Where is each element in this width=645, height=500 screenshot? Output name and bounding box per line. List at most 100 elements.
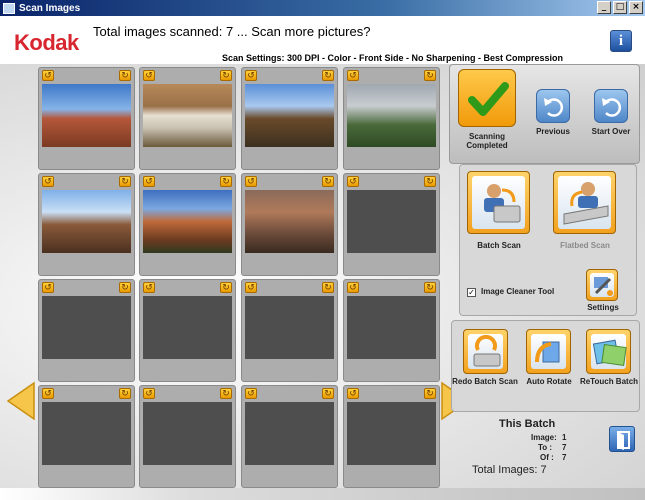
thumbnail-slot[interactable]: ↺ ↻ (343, 173, 440, 276)
scanned-photo[interactable] (42, 84, 131, 147)
rotate-left-icon[interactable]: ↺ (42, 388, 54, 399)
flatbed-scan-button[interactable] (553, 171, 616, 234)
restart-arrow-icon (602, 98, 621, 117)
empty-photo-slot (143, 402, 232, 465)
batch-scanner-icon (484, 184, 521, 223)
thumbnail-slot[interactable]: ↺ ↻ (38, 279, 135, 382)
rotate-right-icon[interactable]: ↻ (220, 282, 232, 293)
this-batch-title: This Batch (499, 418, 556, 430)
rotate-left-icon[interactable]: ↺ (143, 70, 155, 81)
thumbnail-slot[interactable]: ↺ ↻ (38, 385, 135, 488)
auto-rotate-button[interactable] (526, 329, 571, 374)
rotate-right-icon[interactable]: ↻ (424, 282, 436, 293)
rotate-right-icon[interactable]: ↻ (424, 70, 436, 81)
scanned-photo[interactable] (245, 190, 334, 253)
previous-page-arrow-icon[interactable] (6, 381, 36, 421)
rotate-right-icon[interactable]: ↻ (119, 388, 131, 399)
redo-batch-scan-button[interactable] (463, 329, 508, 374)
title-bar: Scan Images _ □ × (0, 0, 645, 16)
rotate-left-icon[interactable]: ↺ (347, 282, 359, 293)
empty-photo-slot (42, 402, 131, 465)
rotate-left-icon[interactable]: ↺ (245, 282, 257, 293)
thumbnail-slot[interactable]: ↺ ↻ (38, 67, 135, 170)
rotate-right-icon[interactable]: ↻ (322, 388, 334, 399)
scanned-photo[interactable] (143, 84, 232, 147)
app-icon (3, 2, 15, 14)
close-button[interactable]: × (629, 1, 643, 14)
window-title: Scan Images (19, 2, 81, 14)
rotate-right-icon[interactable]: ↻ (220, 70, 232, 81)
tools-icon (594, 277, 613, 296)
thumbnail-slot[interactable]: ↺ ↻ (241, 173, 338, 276)
scanned-photo[interactable] (347, 84, 436, 147)
rotate-right-icon[interactable]: ↻ (322, 176, 334, 187)
retouch-batch-label: ReTouch Batch (579, 377, 639, 386)
scanned-photo[interactable] (143, 190, 232, 253)
rotate-left-icon[interactable]: ↺ (143, 388, 155, 399)
exit-door-icon (617, 431, 630, 450)
rotate-right-icon[interactable]: ↻ (119, 282, 131, 293)
rotate-left-icon[interactable]: ↺ (347, 70, 359, 81)
rotate-right-icon[interactable]: ↻ (119, 176, 131, 187)
thumbnail-slot[interactable]: ↺ ↻ (241, 279, 338, 382)
rotate-right-icon[interactable]: ↻ (424, 176, 436, 187)
total-images-count: Total Images: 7 (472, 464, 547, 476)
start-over-button[interactable] (594, 89, 628, 123)
thumbnail-slot[interactable]: ↺ ↻ (241, 385, 338, 488)
image-cleaner-checkbox[interactable]: ✓ (467, 288, 476, 297)
empty-photo-slot (347, 190, 436, 253)
thumbnail-slot[interactable]: ↺ ↻ (139, 279, 236, 382)
empty-photo-slot (245, 402, 334, 465)
rotate-left-icon[interactable]: ↺ (42, 176, 54, 187)
rotate-right-icon[interactable]: ↻ (322, 70, 334, 81)
redo-batch-scan-label: Redo Batch Scan (452, 377, 518, 386)
checkmark-icon (468, 82, 509, 116)
batch-of-label: Of : (540, 453, 554, 462)
rotate-picture-icon (535, 341, 560, 363)
rotate-left-icon[interactable]: ↺ (245, 176, 257, 187)
rotate-left-icon[interactable]: ↺ (42, 282, 54, 293)
rotate-right-icon[interactable]: ↻ (424, 388, 436, 399)
start-over-label: Start Over (591, 127, 631, 136)
auto-rotate-label: Auto Rotate (526, 377, 572, 386)
batch-image-label: Image: (531, 433, 557, 442)
thumbnail-slot[interactable]: ↺ ↻ (241, 67, 338, 170)
rotate-left-icon[interactable]: ↺ (245, 70, 257, 81)
rotate-left-icon[interactable]: ↺ (347, 388, 359, 399)
rotate-right-icon[interactable]: ↻ (220, 388, 232, 399)
rotate-left-icon[interactable]: ↺ (347, 176, 359, 187)
batch-scan-button[interactable] (467, 171, 530, 234)
empty-photo-slot (143, 296, 232, 359)
rotate-right-icon[interactable]: ↻ (322, 282, 334, 293)
flatbed-scanner-icon (563, 182, 609, 225)
thumbnail-slot[interactable]: ↺ ↻ (343, 279, 440, 382)
redo-scan-icon (473, 334, 501, 367)
exit-button[interactable] (609, 426, 635, 452)
thumbnail-slot[interactable]: ↺ ↻ (139, 67, 236, 170)
maximize-button[interactable]: □ (613, 1, 627, 14)
rotate-right-icon[interactable]: ↻ (220, 176, 232, 187)
retouch-photo-icon (592, 339, 627, 367)
retouch-batch-button[interactable] (586, 329, 631, 374)
scanned-photo[interactable] (245, 84, 334, 147)
info-button[interactable]: i (610, 30, 632, 52)
rotate-right-icon[interactable]: ↻ (119, 70, 131, 81)
rotate-left-icon[interactable]: ↺ (42, 70, 54, 81)
scan-status-headline: Total images scanned: 7 ... Scan more pi… (93, 24, 371, 39)
thumbnail-slot[interactable]: ↺ ↻ (139, 173, 236, 276)
rotate-left-icon[interactable]: ↺ (245, 388, 257, 399)
rotate-left-icon[interactable]: ↺ (143, 282, 155, 293)
scanned-photo[interactable] (42, 190, 131, 253)
thumbnail-slot[interactable]: ↺ ↻ (343, 67, 440, 170)
thumbnail-slot[interactable]: ↺ ↻ (139, 385, 236, 488)
thumbnail-slot[interactable]: ↺ ↻ (343, 385, 440, 488)
minimize-button[interactable]: _ (597, 1, 611, 14)
thumbnail-slot[interactable]: ↺ ↻ (38, 173, 135, 276)
previous-button[interactable] (536, 89, 570, 123)
settings-button[interactable] (586, 269, 618, 301)
empty-photo-slot (347, 296, 436, 359)
scanning-completed-button[interactable] (458, 69, 516, 127)
rotate-left-icon[interactable]: ↺ (143, 176, 155, 187)
scanning-completed-label: Scanning Completed (466, 132, 508, 150)
flatbed-scan-label: Flatbed Scan (560, 241, 610, 250)
